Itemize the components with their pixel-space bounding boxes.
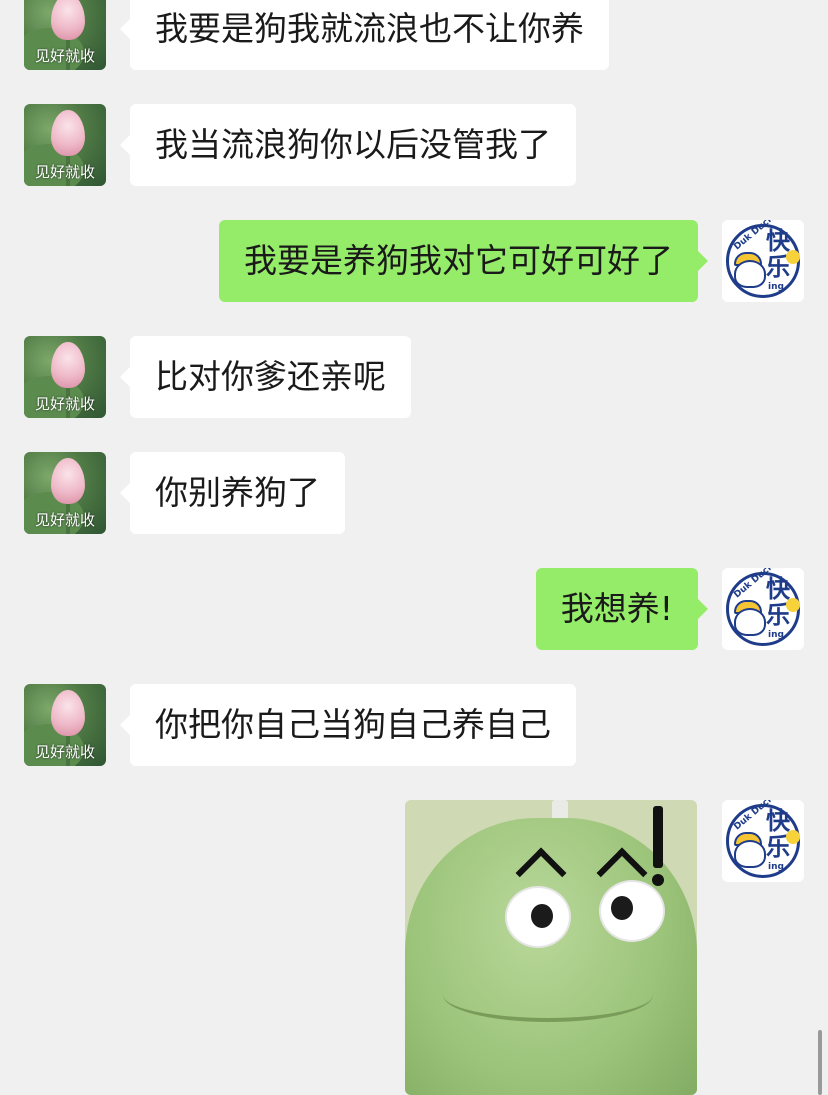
message-row: 见好就收 你把你自己当狗自己养自己	[0, 684, 828, 766]
message-row: 见好就收 你别养狗了	[0, 452, 828, 534]
exclamation-icon	[653, 806, 663, 868]
message-bubble[interactable]: 比对你爹还亲呢	[120, 336, 411, 418]
lotus-icon	[51, 690, 85, 736]
avatar-label-tail: ing	[768, 630, 784, 640]
avatar-caption: 见好就收	[34, 743, 95, 761]
smiley-icon	[786, 598, 800, 612]
self-avatar[interactable]: Duk Duck 快乐 ing	[722, 220, 804, 302]
frog-eye-left	[505, 886, 571, 948]
frog-eye-right	[599, 880, 665, 942]
lotus-icon	[51, 110, 85, 156]
avatar-caption: 见好就收	[34, 47, 95, 65]
message-bubble[interactable]: 我要是养狗我对它可好可好了	[219, 220, 708, 302]
avatar-label-tail: ing	[768, 862, 784, 872]
lotus-icon	[51, 458, 85, 504]
self-avatar[interactable]: Duk Duck 快乐 ing	[722, 800, 804, 882]
message-row: 我要是养狗我对它可好可好了 Duk Duck 快乐 ing	[0, 220, 828, 302]
avatar-caption: 见好就收	[34, 163, 95, 181]
avatar-label-tail: ing	[768, 282, 784, 292]
contact-avatar[interactable]: 见好就收	[24, 684, 106, 766]
scrollbar[interactable]	[818, 1030, 822, 1095]
contact-avatar[interactable]: 见好就收	[24, 336, 106, 418]
message-bubble[interactable]: 我当流浪狗你以后没管我了	[120, 104, 576, 186]
contact-avatar[interactable]: 见好就收	[24, 0, 106, 70]
message-bubble[interactable]: 你别养狗了	[120, 452, 345, 534]
message-row: 见好就收 我当流浪狗你以后没管我了	[0, 104, 828, 186]
contact-avatar[interactable]: 见好就收	[24, 452, 106, 534]
chat-window: 见好就收 我要是狗我就流浪也不让你养 见好就收 我当流浪狗你以后没管我了 我要是…	[0, 0, 828, 1095]
avatar-caption: 见好就收	[34, 511, 95, 529]
frog-mouth	[443, 968, 653, 1022]
contact-avatar[interactable]: 见好就收	[24, 104, 106, 186]
message-bubble[interactable]: 我想养!	[535, 568, 709, 650]
self-avatar[interactable]: Duk Duck 快乐 ing	[722, 568, 804, 650]
smiley-icon	[786, 830, 800, 844]
lotus-icon	[51, 342, 85, 388]
lotus-icon	[51, 0, 85, 40]
message-row: 见好就收 比对你爹还亲呢	[0, 336, 828, 418]
message-bubble[interactable]: 我要是狗我就流浪也不让你养	[120, 0, 609, 70]
frog-sticker-image[interactable]	[405, 800, 697, 1095]
smiley-icon	[786, 250, 800, 264]
message-row: 我想养! Duk Duck 快乐 ing	[0, 568, 828, 650]
message-bubble[interactable]: 你把你自己当狗自己养自己	[120, 684, 576, 766]
duck-icon	[734, 608, 766, 636]
avatar-caption: 见好就收	[34, 395, 95, 413]
duck-icon	[734, 260, 766, 288]
message-row: 见好就收 我要是狗我就流浪也不让你养	[0, 0, 828, 70]
duck-icon	[734, 840, 766, 868]
